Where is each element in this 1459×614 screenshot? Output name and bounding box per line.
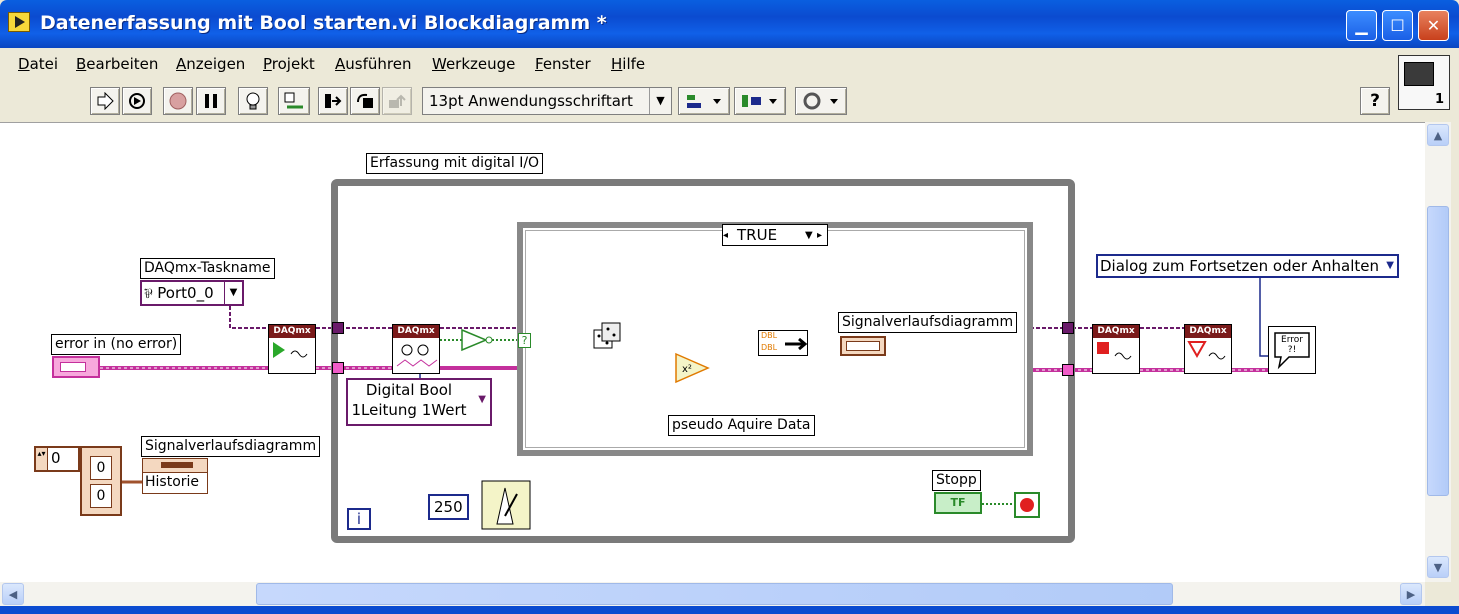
case-selector[interactable]: ◂ TRUE ▼ ▸ (722, 224, 828, 246)
window-bottom-border (0, 606, 1459, 614)
dialog-enum-wire (1259, 278, 1268, 357)
error-dialog-text: Error ?! (1281, 335, 1303, 355)
chart-terminal-inner[interactable] (840, 336, 886, 356)
array-element[interactable]: 0 (90, 484, 112, 508)
array-element[interactable]: 0 (90, 456, 112, 480)
stop-label[interactable]: Stopp (932, 470, 981, 491)
not-gate-icon[interactable] (460, 328, 494, 352)
cluster-icon (60, 362, 86, 372)
daqmx-stop-task[interactable]: DAQmx (1092, 324, 1140, 374)
dialog-type-selector[interactable]: Dialog zum Fortsetzen oder Anhalten ▼ (1096, 254, 1399, 278)
read-type-selector[interactable]: Digital Bool 1Leitung 1Wert ▼ (346, 378, 492, 426)
error-tunnel-right[interactable] (1062, 364, 1074, 376)
daqmx-header: DAQmx (1185, 325, 1231, 338)
horizontal-scrollbar[interactable]: ◀ ▶ (0, 582, 1425, 606)
daqmx-read[interactable]: DAQmx (392, 324, 440, 374)
chevron-down-icon[interactable]: ▼ (1386, 256, 1394, 276)
case-selector-terminal[interactable]: ? (518, 333, 531, 348)
daqmx-header: DAQmx (393, 325, 439, 338)
case-selector-value: TRUE (737, 226, 778, 244)
wait-constant[interactable]: 250 (428, 494, 469, 520)
vertical-scrollbar[interactable]: ▲ ▼ (1425, 122, 1451, 582)
waveform-chart-icon (161, 462, 193, 468)
read-type-line2: 1Leitung 1Wert (351, 401, 467, 419)
chart-property-node[interactable]: Historie (142, 458, 208, 494)
square-function-icon[interactable]: x² (674, 352, 712, 384)
vi-icon-number: 1 (1434, 92, 1444, 107)
random-number-dice-icon[interactable] (592, 320, 624, 354)
task-tunnel-right[interactable] (1062, 322, 1074, 334)
error-in-label[interactable]: error in (no error) (51, 334, 182, 355)
chevron-down-icon[interactable]: ▼ (478, 394, 486, 405)
play-icon (273, 342, 308, 358)
horizontal-scroll-thumb[interactable] (256, 583, 1173, 605)
waveform-chart-icon (846, 341, 880, 351)
wait-metronome-icon[interactable] (481, 480, 531, 530)
dialog-type-value: Dialog zum Fortsetzen oder Anhalten (1100, 257, 1380, 275)
while-loop-label[interactable]: Erfassung mit digital I/O (366, 153, 544, 174)
error-in-terminal[interactable] (52, 356, 100, 378)
dbl-label-top: DBL (761, 331, 778, 340)
array-index-control[interactable]: ▴▾ 0 (34, 446, 80, 472)
chevron-down-icon[interactable]: ▼ (224, 282, 242, 304)
scroll-right-icon[interactable]: ▶ (1400, 583, 1422, 605)
loop-condition-stop-icon[interactable] (1014, 492, 1040, 518)
task-name-control[interactable]: ⅌ Port0_0 ▼ (140, 280, 244, 306)
daqmx-header: DAQmx (1093, 325, 1139, 338)
stop-square-icon (1097, 342, 1132, 360)
task-name-value: Port0_0 (157, 284, 214, 302)
pseudo-acquire-label[interactable]: pseudo Aquire Data (668, 415, 815, 436)
task-name-label[interactable]: DAQmx-Taskname (140, 258, 275, 279)
scroll-up-icon[interactable]: ▲ (1427, 124, 1449, 146)
case-next-icon[interactable]: ▸ (817, 230, 827, 241)
case-prev-icon[interactable]: ◂ (723, 230, 733, 241)
error-tunnel-left[interactable] (332, 362, 344, 374)
bundle-arrow-icon (785, 337, 807, 351)
chart-reference-icon (143, 459, 207, 473)
scroll-down-icon[interactable]: ▼ (1427, 556, 1449, 578)
scroll-left-icon[interactable]: ◀ (2, 583, 24, 605)
daqmx-header: DAQmx (269, 325, 315, 338)
read-glasses-icon (396, 344, 438, 367)
array-constant[interactable]: 0 0 (80, 446, 122, 516)
svg-text:x²: x² (682, 364, 692, 375)
chart-history-property: Historie (145, 474, 200, 490)
chart-label-left[interactable]: Signalverlaufsdiagramm (141, 436, 321, 457)
vertical-scroll-thumb[interactable] (1427, 206, 1449, 496)
index-spinner-icon[interactable]: ▴▾ (36, 448, 48, 470)
read-type-line1: Digital Bool (365, 381, 453, 399)
task-tunnel-left[interactable] (332, 322, 344, 334)
chevron-down-icon[interactable]: ▼ (805, 230, 817, 241)
array-index-value: 0 (51, 449, 61, 467)
daqmx-start-task[interactable]: DAQmx (268, 324, 316, 374)
task-icon: ⅌ (144, 287, 153, 302)
daqmx-clear-task[interactable]: DAQmx (1184, 324, 1232, 374)
loop-iteration-terminal[interactable]: i (347, 508, 371, 530)
build-array-node[interactable]: DBL DBL (758, 330, 808, 356)
dbl-label-bottom: DBL (761, 343, 778, 352)
simple-error-handler[interactable]: Error ?! (1268, 326, 1316, 374)
chart-label-inner[interactable]: Signalverlaufsdiagramm (838, 312, 1018, 333)
stop-terminal[interactable]: TF (934, 492, 982, 514)
clear-triangle-icon (1187, 341, 1226, 360)
